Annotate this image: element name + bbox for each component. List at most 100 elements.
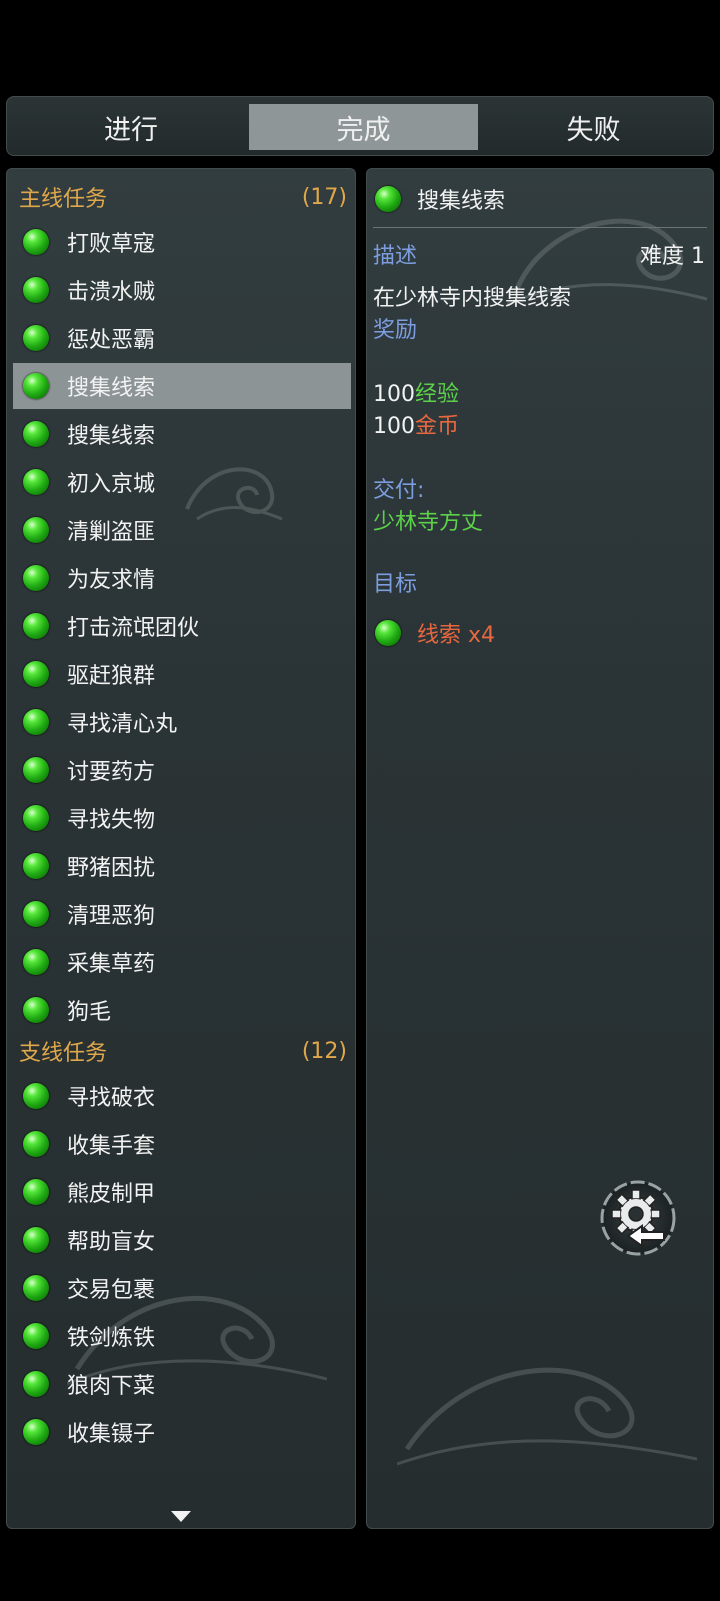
quest-tab-bar: 进行 完成 失败: [6, 96, 714, 156]
quest-item-label: 熊皮制甲: [67, 1182, 156, 1207]
reward-exp: 100经验: [373, 379, 459, 411]
quest-item-label: 帮助盲女: [67, 1230, 156, 1255]
tab-in-progress[interactable]: 进行: [13, 104, 249, 150]
quest-item[interactable]: 为友求情: [13, 555, 351, 601]
green-orb-icon: [375, 620, 401, 646]
quest-log-screen: 进行 完成 失败 主线任务 (17) 打败草寇 击溃水贼 惩处恶霸 搜集线索 搜…: [0, 0, 720, 1601]
green-orb-icon: [23, 853, 49, 879]
quest-item[interactable]: 清理恶狗: [13, 891, 351, 937]
green-orb-icon: [23, 277, 49, 303]
green-orb-icon: [23, 421, 49, 447]
cloud-ornament-icon: [397, 1367, 697, 1466]
quest-item-label: 击溃水贼: [67, 280, 156, 305]
settings-gear-back-icon[interactable]: [598, 1178, 682, 1262]
quest-item[interactable]: 搜集线索: [13, 411, 351, 457]
quest-item[interactable]: 惩处恶霸: [13, 315, 351, 361]
quest-item-label: 寻找失物: [67, 808, 156, 833]
submit-label: 交付:: [373, 478, 425, 503]
quest-item-label: 打击流氓团伙: [67, 616, 200, 641]
green-orb-icon: [23, 901, 49, 927]
goal-label: 目标: [373, 572, 418, 597]
quest-item-label: 清剿盗匪: [67, 520, 156, 545]
quest-item[interactable]: 讨要药方: [13, 747, 351, 793]
quest-item[interactable]: 初入京城: [13, 459, 351, 505]
green-orb-icon: [23, 469, 49, 495]
scroll-down-arrow-icon[interactable]: [171, 1511, 191, 1522]
quest-item[interactable]: 狼肉下菜: [13, 1361, 351, 1407]
quest-item-label: 野猪困扰: [67, 856, 156, 881]
reward-gold-value: 100: [373, 414, 415, 439]
quest-item-label: 交易包裹: [67, 1278, 156, 1303]
quest-item[interactable]: 铁剑炼铁: [13, 1313, 351, 1359]
quest-item[interactable]: 打败草寇: [13, 219, 351, 265]
quest-item-label: 驱赶狼群: [67, 664, 156, 689]
reward-gold: 100金币: [373, 411, 459, 443]
reward-label: 奖励: [373, 318, 418, 343]
green-orb-icon: [23, 1323, 49, 1349]
green-orb-icon: [23, 1179, 49, 1205]
quest-item-label: 讨要药方: [67, 760, 156, 785]
description-text: 在少林寺内搜集线索: [373, 286, 572, 311]
quest-item[interactable]: 交易包裹: [13, 1265, 351, 1311]
quest-item-label: 狼肉下菜: [67, 1374, 156, 1399]
reward-exp-value: 100: [373, 382, 415, 407]
goal-item-text: 线索 x4: [417, 623, 496, 648]
quest-item[interactable]: 收集手套: [13, 1121, 351, 1167]
green-orb-icon: [23, 661, 49, 687]
quest-item-label: 惩处恶霸: [67, 328, 156, 353]
tab-failed[interactable]: 失败: [478, 104, 709, 150]
green-orb-icon: [23, 1419, 49, 1445]
reward-gold-unit: 金币: [415, 414, 460, 439]
side-quest-title: 支线任务: [19, 1041, 108, 1066]
green-orb-icon: [23, 1227, 49, 1253]
green-orb-icon: [23, 373, 49, 399]
quest-list-panel[interactable]: 主线任务 (17) 打败草寇 击溃水贼 惩处恶霸 搜集线索 搜集线索 初入京城 …: [6, 168, 356, 1529]
side-quest-header[interactable]: 支线任务 (12): [19, 1031, 351, 1071]
detail-title-row: 搜集线索: [375, 179, 505, 219]
quest-detail-panel: 搜集线索 描述 难度 1 在少林寺内搜集线索 奖励 100经验 100金币 交付…: [366, 168, 714, 1529]
quest-item-label: 清理恶狗: [67, 904, 156, 929]
quest-item[interactable]: 打击流氓团伙: [13, 603, 351, 649]
quest-item[interactable]: 寻找破衣: [13, 1073, 351, 1119]
main-quest-header[interactable]: 主线任务 (17): [19, 177, 351, 217]
green-orb-icon: [23, 1371, 49, 1397]
side-quest-count: (12): [301, 1038, 347, 1064]
green-orb-icon: [23, 1275, 49, 1301]
quest-item[interactable]: 寻找清心丸: [13, 699, 351, 745]
quest-item[interactable]: 狗毛: [13, 987, 351, 1033]
detail-divider: [373, 227, 707, 228]
quest-item-label: 初入京城: [67, 472, 156, 497]
goal-item-row: 线索 x4: [375, 613, 495, 653]
green-orb-icon: [23, 325, 49, 351]
quest-item[interactable]: 野猪困扰: [13, 843, 351, 889]
tab-completed[interactable]: 完成: [249, 104, 478, 150]
quest-item[interactable]: 击溃水贼: [13, 267, 351, 313]
green-orb-icon: [23, 1083, 49, 1109]
difficulty-label: 难度 1: [640, 244, 705, 269]
green-orb-icon: [23, 517, 49, 543]
quest-item[interactable]: 采集草药: [13, 939, 351, 985]
green-orb-icon: [23, 1131, 49, 1157]
quest-item-label: 寻找清心丸: [67, 712, 178, 737]
quest-item[interactable]: 熊皮制甲: [13, 1169, 351, 1215]
green-orb-icon: [375, 186, 401, 212]
quest-item[interactable]: 收集镊子: [13, 1409, 351, 1455]
quest-item-label: 寻找破衣: [67, 1086, 156, 1111]
quest-item[interactable]: 驱赶狼群: [13, 651, 351, 697]
green-orb-icon: [23, 613, 49, 639]
green-orb-icon: [23, 757, 49, 783]
quest-item-label: 收集镊子: [67, 1422, 156, 1447]
reward-exp-unit: 经验: [415, 382, 460, 407]
green-orb-icon: [23, 709, 49, 735]
green-orb-icon: [23, 997, 49, 1023]
quest-item[interactable]: 清剿盗匪: [13, 507, 351, 553]
green-orb-icon: [23, 229, 49, 255]
quest-item[interactable]: 寻找失物: [13, 795, 351, 841]
quest-item[interactable]: 帮助盲女: [13, 1217, 351, 1263]
submit-npc: 少林寺方丈: [373, 510, 484, 535]
green-orb-icon: [23, 949, 49, 975]
quest-item-selected[interactable]: 搜集线索: [13, 363, 351, 409]
quest-item-label: 为友求情: [67, 568, 156, 593]
description-label: 描述: [373, 244, 418, 269]
main-quest-title: 主线任务: [19, 187, 108, 212]
